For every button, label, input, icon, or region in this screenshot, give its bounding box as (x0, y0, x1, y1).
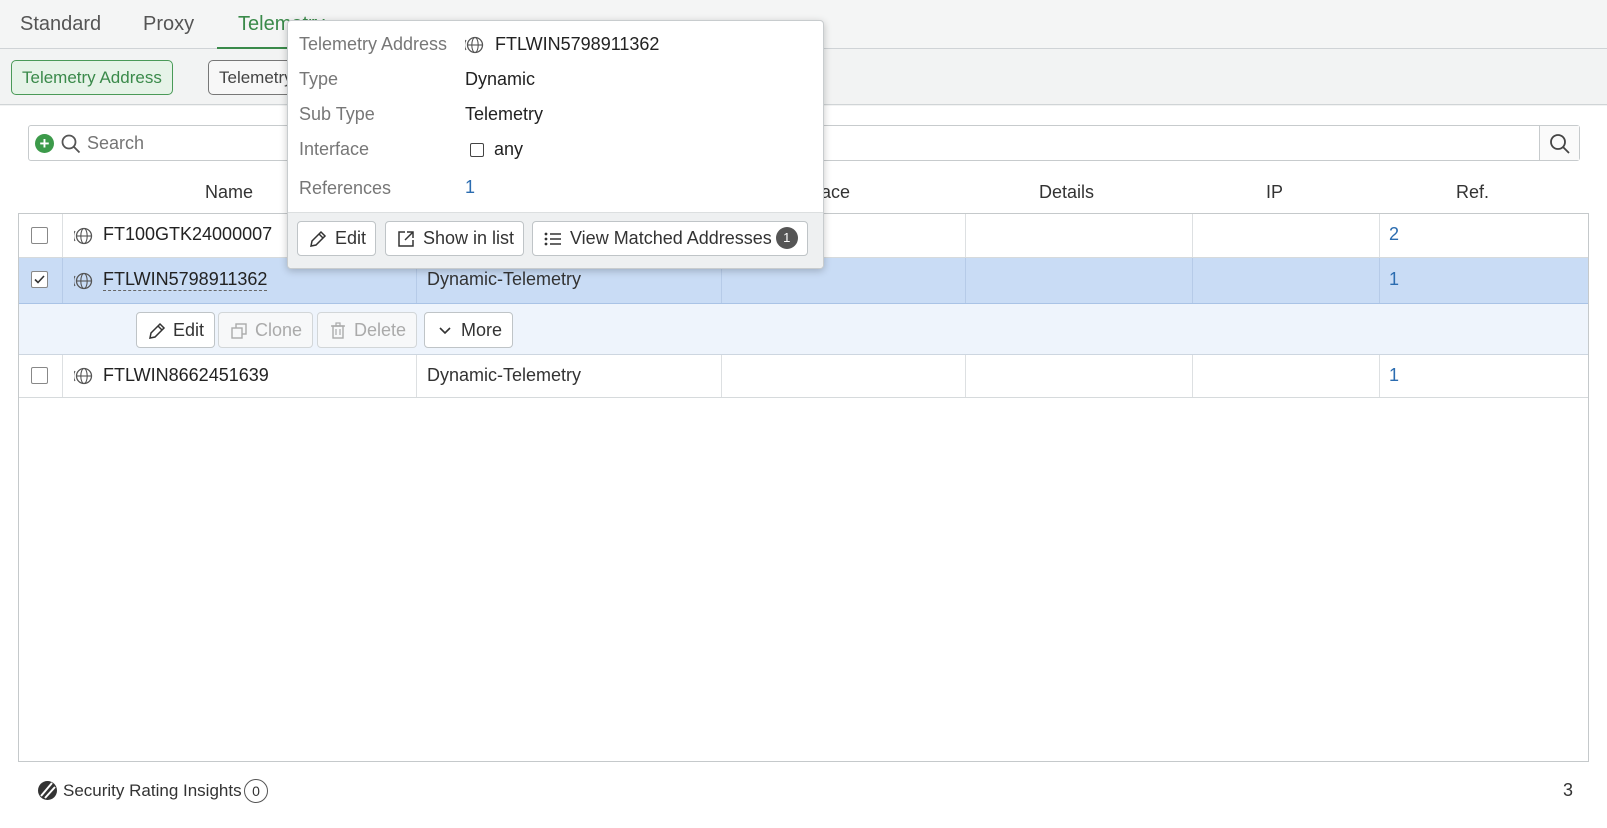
tab-proxy[interactable]: Proxy (143, 0, 194, 49)
security-rating-icon[interactable] (37, 780, 58, 801)
chevron-down-icon (439, 327, 451, 335)
pencil-icon (310, 230, 327, 247)
telemetry-globe-icon (74, 227, 93, 245)
row-name[interactable]: FTLWIN5798911362 (103, 268, 268, 291)
more-button[interactable]: More (424, 312, 514, 348)
row-ref-link[interactable]: 2 (1389, 224, 1399, 245)
subtab-telemetry-address[interactable]: Telemetry Address (11, 60, 173, 95)
pencil-icon (149, 322, 166, 339)
popup-label-interface: Interface (299, 139, 370, 159)
delete-button[interactable]: Delete (317, 312, 418, 348)
row-checkbox-checked[interactable] (31, 271, 48, 288)
search-button[interactable] (1539, 126, 1579, 160)
row-name[interactable]: FTLWIN8662451639 (103, 365, 269, 386)
clone-button[interactable]: Clone (218, 312, 314, 348)
telemetry-globe-icon (465, 36, 484, 54)
popup-label-type: Type (299, 69, 339, 89)
popup-label-subtype: Sub Type (299, 104, 375, 124)
row-ref-link[interactable]: 1 (1389, 365, 1399, 386)
popup-subtype-value: Telemetry (465, 104, 544, 124)
row-action-bar: Edit Clone Delete More (19, 304, 1588, 355)
popup-label-references: References (299, 178, 392, 198)
column-header-details[interactable]: Details (1039, 182, 1094, 203)
check-icon (34, 275, 45, 284)
column-header-ip[interactable]: IP (1266, 182, 1283, 203)
search-icon (61, 134, 81, 154)
security-rating-label[interactable]: Security Rating Insights (63, 781, 242, 801)
external-link-icon (398, 231, 414, 247)
view-matched-addresses-button[interactable]: View Matched Addresses 1 (532, 221, 808, 256)
column-header-ref[interactable]: Ref. (1456, 182, 1489, 203)
popup-address-value: FTLWIN5798911362 (495, 34, 660, 54)
show-in-list-button[interactable]: Show in list (385, 221, 525, 256)
search-icon (1550, 134, 1570, 154)
address-table: FT100GTK24000007 2 FTLWIN5798911362 Dyna… (18, 213, 1589, 762)
popup-edit-button[interactable]: Edit (297, 221, 377, 256)
list-icon (544, 232, 561, 246)
popup-type-value: Dynamic (465, 69, 536, 89)
trash-icon (331, 322, 345, 339)
popup-label-address: Telemetry Address (299, 34, 448, 54)
subtab-telemetry-group[interactable]: Telemetry Group (208, 60, 298, 95)
total-count: 3 (1563, 780, 1574, 800)
column-header-name[interactable]: Name (205, 182, 253, 203)
row-type: Dynamic-Telemetry (427, 269, 582, 289)
row-name[interactable]: FT100GTK24000007 (103, 224, 272, 245)
matched-count-badge: 1 (775, 227, 798, 249)
address-detail-popup: Telemetry Address FTLWIN5798911362 Type … (287, 20, 824, 269)
row-type: Dynamic-Telemetry (427, 365, 582, 385)
telemetry-globe-icon (74, 272, 93, 290)
popup-references-link[interactable]: 1 (465, 177, 475, 198)
popup-action-bar: Edit Show in list View Matched Addresses… (288, 212, 823, 268)
clone-icon (231, 323, 247, 339)
add-filter-icon[interactable]: + (35, 134, 54, 153)
row-ref-link[interactable]: 1 (1389, 269, 1399, 290)
interface-icon (470, 143, 484, 157)
footer-bar: Security Rating Insights 0 3 (0, 767, 1607, 828)
tab-standard[interactable]: Standard (20, 0, 101, 49)
edit-button[interactable]: Edit (136, 312, 216, 348)
security-rating-badge: 0 (244, 779, 268, 803)
telemetry-globe-icon (74, 367, 93, 385)
table-row[interactable]: FTLWIN8662451639 Dynamic-Telemetry 1 (19, 355, 1588, 398)
row-checkbox[interactable] (31, 367, 48, 384)
row-checkbox[interactable] (31, 227, 48, 244)
